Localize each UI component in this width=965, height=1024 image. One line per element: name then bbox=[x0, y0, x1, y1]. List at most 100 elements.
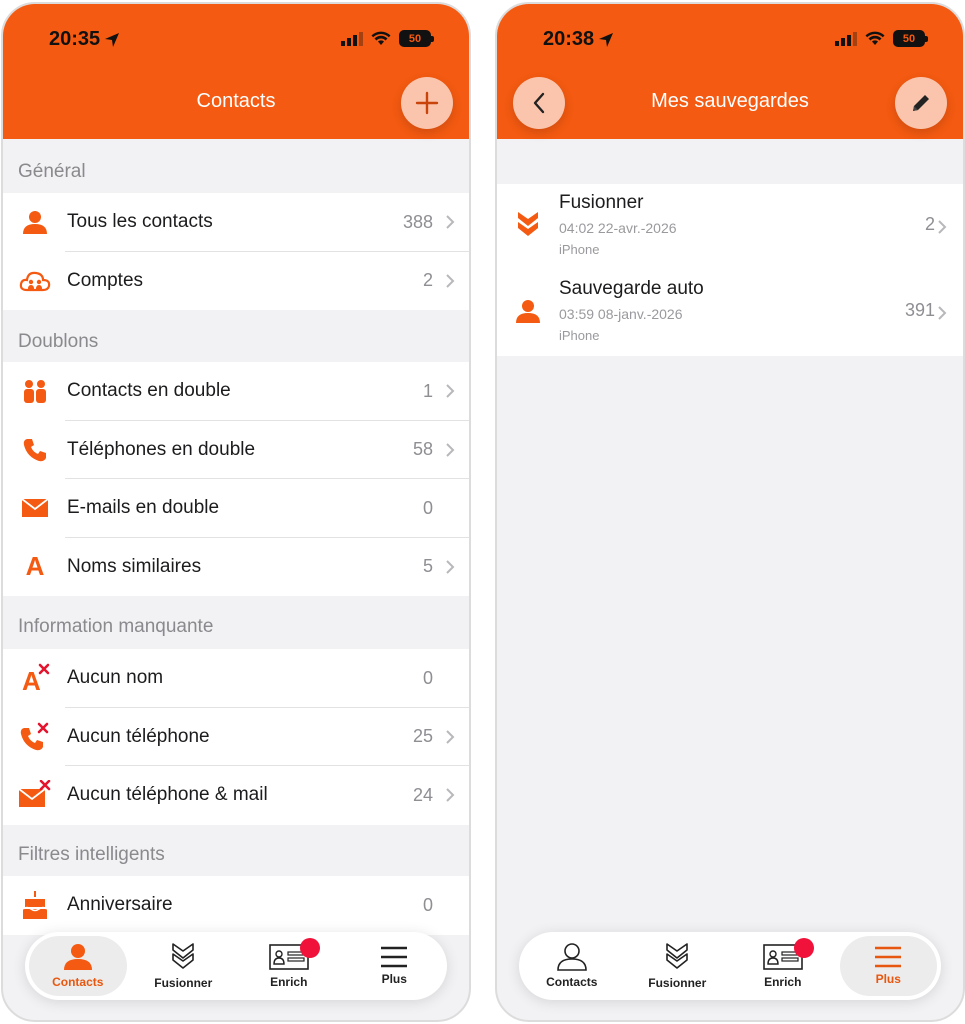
backup-device: iPhone bbox=[559, 242, 600, 257]
section-title-missing-info: Information manquante bbox=[18, 616, 214, 637]
person-icon bbox=[513, 296, 543, 326]
row-label: Aucun téléphone & mail bbox=[67, 784, 268, 806]
row-label: Tous les contacts bbox=[67, 211, 213, 233]
row-label: Aucun téléphone bbox=[67, 725, 210, 747]
chevron-left-icon bbox=[533, 92, 545, 114]
section-missing-info: A Aucun nom 0 Aucun téléphone 25 Aucun t… bbox=[3, 649, 469, 825]
menu-tab-icon bbox=[875, 946, 902, 968]
backup-date: 04:02 22-avr.-2026 bbox=[559, 220, 677, 236]
tab-label: Contacts bbox=[546, 975, 598, 989]
section-smart-filters: Anniversaire 0 bbox=[3, 876, 469, 935]
row-count: 1 bbox=[422, 380, 433, 401]
location-arrow-icon bbox=[105, 32, 120, 47]
notification-badge bbox=[300, 938, 321, 958]
people-icon bbox=[18, 376, 52, 406]
tab-merge[interactable]: Fusionner bbox=[135, 936, 233, 996]
row-label: Téléphones en double bbox=[67, 438, 256, 460]
section-doublons: Contacts en double 1 Téléphones en doubl… bbox=[3, 362, 469, 596]
chevron-right-icon bbox=[446, 215, 455, 229]
contacts-screen: 20:35 50 Contacts Général Tous les conta… bbox=[1, 2, 471, 1022]
merge-tab-icon bbox=[172, 943, 195, 969]
notification-badge bbox=[794, 938, 815, 958]
chevron-right-icon bbox=[446, 443, 455, 457]
section-title-doublons: Doublons bbox=[18, 331, 99, 352]
row-count: 5 bbox=[422, 556, 433, 577]
letter-a-icon: A bbox=[25, 551, 45, 582]
row-count: 58 bbox=[412, 439, 433, 460]
edit-button[interactable] bbox=[895, 77, 947, 129]
row-duplicate-contacts[interactable]: Contacts en double 1 bbox=[3, 362, 469, 421]
row-count: 25 bbox=[412, 726, 433, 747]
row-count: 0 bbox=[422, 667, 433, 688]
person-tab-icon bbox=[63, 944, 92, 970]
row-label: Anniversaire bbox=[67, 894, 173, 916]
section-title-smart-filters: Filtres intelligents bbox=[18, 844, 165, 865]
battery-icon: 50 bbox=[399, 30, 434, 47]
back-button[interactable] bbox=[513, 77, 565, 129]
location-arrow-icon bbox=[599, 32, 614, 47]
chevron-right-icon bbox=[446, 384, 455, 398]
tab-label: Enrich bbox=[270, 975, 308, 989]
tab-enrich[interactable]: Enrich bbox=[734, 936, 832, 996]
chevron-right-icon bbox=[446, 788, 455, 802]
row-accounts[interactable]: Comptes 2 bbox=[3, 252, 469, 311]
add-contact-button[interactable] bbox=[401, 77, 453, 129]
backup-device: iPhone bbox=[559, 328, 600, 343]
tab-label: Plus bbox=[875, 972, 901, 986]
tab-contacts[interactable]: Contacts bbox=[523, 936, 621, 996]
backups-screen: 20:38 50 Mes sauvegardes Fusionner 04:02… bbox=[495, 2, 965, 1022]
row-duplicate-emails: E-mails en double 0 bbox=[3, 479, 469, 538]
battery-level: 50 bbox=[408, 32, 422, 45]
tab-bar: Contacts Fusionner Enrich Plus bbox=[25, 932, 447, 1000]
page-title: Mes sauvegardes bbox=[651, 90, 809, 112]
no-name-icon: A bbox=[18, 663, 52, 693]
backup-count: 391 bbox=[904, 300, 935, 320]
row-label: E-mails en double bbox=[67, 497, 220, 519]
status-clock: 20:38 bbox=[543, 28, 595, 50]
tab-more[interactable]: Plus bbox=[346, 936, 444, 996]
chevron-right-icon bbox=[446, 730, 455, 744]
header: 20:35 50 Contacts bbox=[3, 4, 469, 139]
row-duplicate-phones[interactable]: Téléphones en double 58 bbox=[3, 421, 469, 479]
cloud-accounts-icon bbox=[18, 266, 52, 296]
tab-label: Plus bbox=[381, 972, 407, 986]
row-label: Contacts en double bbox=[67, 380, 231, 402]
row-similar-names[interactable]: A Noms similaires 5 bbox=[3, 538, 469, 597]
chevron-right-icon bbox=[446, 560, 455, 574]
phone-icon bbox=[18, 435, 52, 465]
tab-label: Contacts bbox=[52, 975, 104, 989]
status-time: 20:35 bbox=[49, 28, 120, 51]
menu-tab-icon bbox=[381, 946, 408, 968]
person-icon bbox=[18, 207, 52, 237]
row-birthday: Anniversaire 0 bbox=[3, 876, 469, 935]
backup-list: Fusionner 04:02 22-avr.-2026 iPhone 2 Sa… bbox=[497, 184, 963, 356]
tab-enrich[interactable]: Enrich bbox=[240, 936, 338, 996]
backup-title: Fusionner bbox=[559, 192, 644, 213]
header: 20:38 50 Mes sauvegardes bbox=[497, 4, 963, 139]
plus-icon bbox=[415, 91, 439, 115]
chevron-right-icon bbox=[938, 306, 947, 320]
backup-date: 03:59 08-janv.-2026 bbox=[559, 306, 683, 322]
birthday-cake-icon bbox=[18, 890, 52, 920]
pencil-icon bbox=[913, 95, 929, 111]
tab-label: Enrich bbox=[764, 975, 802, 989]
backup-item[interactable]: Fusionner 04:02 22-avr.-2026 iPhone 2 bbox=[497, 184, 963, 270]
tab-label: Fusionner bbox=[154, 976, 213, 990]
row-all-contacts[interactable]: Tous les contacts 388 bbox=[3, 193, 469, 252]
row-no-phone[interactable]: Aucun téléphone 25 bbox=[3, 708, 469, 766]
row-no-phone-mail[interactable]: Aucun téléphone & mail 24 bbox=[3, 766, 469, 825]
signal-icon bbox=[835, 31, 857, 46]
backup-count: 2 bbox=[924, 214, 935, 234]
tab-more[interactable]: Plus bbox=[839, 936, 937, 996]
page-title: Contacts bbox=[196, 90, 276, 112]
battery-icon: 50 bbox=[893, 30, 928, 47]
no-phone-mail-icon bbox=[18, 780, 52, 810]
person-tab-icon bbox=[556, 943, 587, 971]
svg-text:A: A bbox=[22, 666, 41, 693]
row-label: Aucun nom bbox=[67, 667, 164, 689]
tab-contacts[interactable]: Contacts bbox=[29, 936, 127, 996]
row-count: 0 bbox=[422, 894, 433, 915]
merge-icon bbox=[513, 210, 543, 240]
backup-item[interactable]: Sauvegarde auto 03:59 08-janv.-2026 iPho… bbox=[497, 270, 963, 356]
tab-merge[interactable]: Fusionner bbox=[629, 936, 727, 996]
